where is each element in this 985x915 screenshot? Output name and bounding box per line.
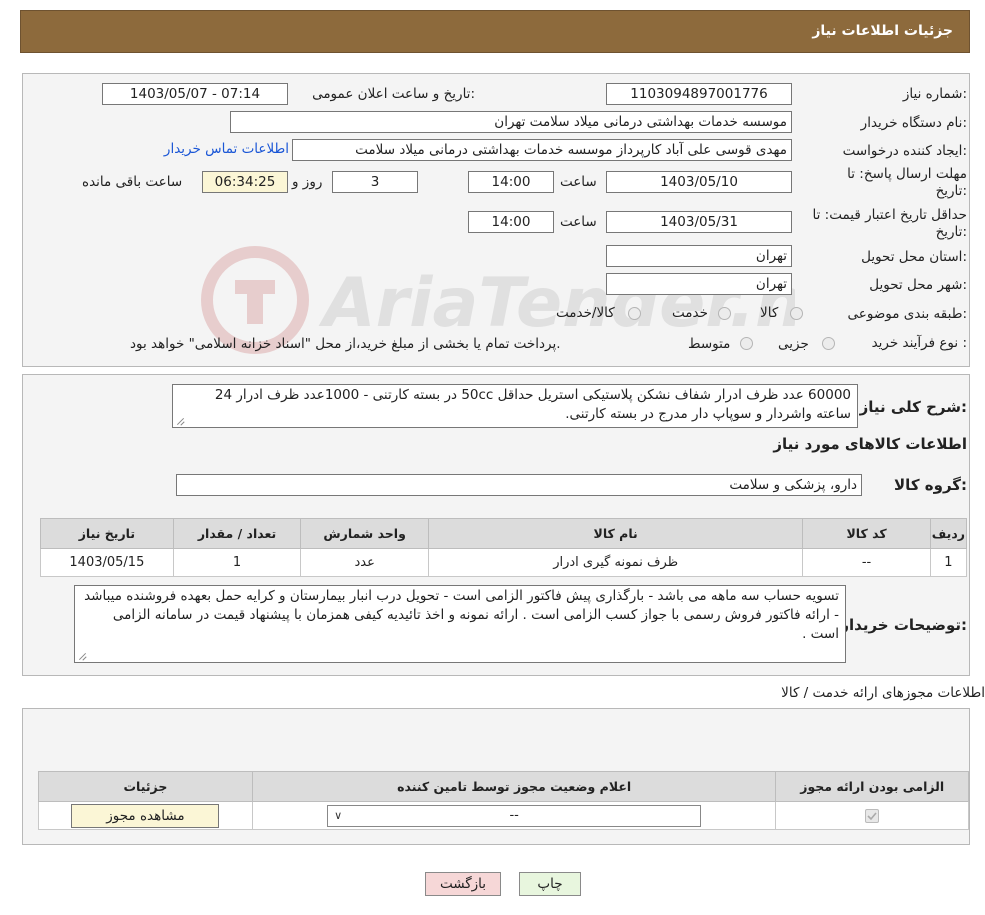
col-need-date: تاریخ نیاز [40, 518, 174, 549]
permits-title: اطلاعات مجوزهای ارائه خدمت / کالا [781, 685, 985, 701]
summary-text: 60000 عدد ظرف ادرار شفاف نشکن پلاستیکی ا… [214, 387, 851, 422]
cell-row: 1 [929, 548, 968, 577]
goods-group-label: گروه کالا: [894, 476, 967, 494]
page-title: جزئیات اطلاعات نیاز [812, 23, 953, 39]
need-number-label: شماره نیاز: [902, 86, 967, 102]
view-permit-button[interactable]: مشاهده مجوز [71, 803, 220, 828]
category-radio-service[interactable] [718, 307, 731, 320]
days-label: روز و [292, 174, 323, 190]
category-option-service: خدمت [672, 305, 708, 321]
check-icon [867, 811, 877, 820]
process-radio-medium[interactable] [740, 337, 753, 350]
buyer-notes-label: توضیحات خریدار: [840, 616, 967, 634]
deadline-time-field: 14:00 [468, 171, 554, 193]
validity-time-label: ساعت [560, 214, 597, 230]
city-field: تهران [606, 273, 792, 295]
process-option-medium: متوسط [688, 336, 731, 352]
cell-name: ظرف نمونه گیری ادرار [427, 548, 804, 577]
goods-table: ردیف کد کالا نام کالا واحد شمارش تعداد /… [40, 518, 968, 577]
back-button[interactable]: بازگشت [425, 872, 501, 896]
permits-table: الزامی بودن ارائه مجوز اعلام وضعیت مجوز … [38, 771, 969, 830]
col-code: کد کالا [802, 518, 931, 549]
category-option-goods: کالا [760, 305, 779, 321]
validity-time-field: 14:00 [468, 211, 554, 233]
cell-code: -- [802, 548, 931, 577]
permits-table-header: الزامی بودن ارائه مجوز اعلام وضعیت مجوز … [38, 771, 969, 802]
col-permit-details: جزئیات [38, 771, 253, 802]
permit-status-value: -- [509, 807, 519, 823]
process-radio-minor[interactable] [822, 337, 835, 350]
summary-textarea[interactable]: 60000 عدد ظرف ادرار شفاف نشکن پلاستیکی ا… [172, 384, 858, 428]
category-option-goods-service: کالا/خدمت [556, 305, 615, 321]
process-note: پرداخت تمام یا بخشی از مبلغ خرید،از محل … [130, 336, 561, 352]
deadline-label-date: تاریخ: [935, 183, 967, 199]
table-row: ∨ -- مشاهده مجوز [38, 801, 969, 830]
permit-required-cell [775, 801, 969, 830]
goods-info-title: اطلاعات کالاهای مورد نیاز [773, 435, 967, 453]
table-row: 1 -- ظرف نمونه گیری ادرار عدد 1 1403/05/… [40, 548, 968, 577]
city-label: شهر محل تحویل: [869, 277, 967, 293]
buyer-org-label: نام دستگاه خریدار: [860, 115, 967, 131]
creator-label: ایجاد کننده درخواست: [842, 143, 967, 159]
cell-need-date: 1403/05/15 [40, 548, 174, 577]
validity-label-date: تاریخ: [935, 224, 967, 240]
process-option-minor: جزیی [778, 336, 809, 352]
col-name: نام کالا [427, 518, 804, 549]
permit-status-cell: ∨ -- [251, 801, 777, 830]
remaining-time-label: ساعت باقی مانده [82, 174, 183, 190]
deadline-date-field: 1403/05/10 [606, 171, 792, 193]
resize-grip-icon[interactable] [77, 651, 87, 661]
province-label: استان محل تحویل: [861, 249, 967, 265]
validity-label: حداقل تاریخ اعتبار قیمت: تا [812, 207, 967, 223]
remaining-time-field: 06:34:25 [202, 171, 288, 193]
announce-field: 1403/05/07 - 07:14 [102, 83, 288, 105]
col-quantity: تعداد / مقدار [172, 518, 302, 549]
buyer-notes-textarea[interactable]: تسویه حساب سه ماهه می باشد - بارگذاری پی… [74, 585, 846, 663]
goods-group-field: دارو، پزشکی و سلامت [176, 474, 862, 496]
goods-table-header: ردیف کد کالا نام کالا واحد شمارش تعداد /… [40, 518, 968, 549]
summary-label: شرح کلی نیاز: [859, 398, 967, 416]
permit-details-cell: مشاهده مجوز [38, 801, 253, 830]
buyer-org-field: موسسه خدمات بهداشتی درمانی میلاد سلامت ت… [230, 111, 792, 133]
buyer-contact-link[interactable]: اطلاعات تماس خریدار [164, 141, 289, 157]
validity-date-field: 1403/05/31 [606, 211, 792, 233]
resize-grip-icon[interactable] [175, 416, 185, 426]
cell-unit: عدد [300, 548, 429, 577]
col-unit: واحد شمارش [300, 518, 429, 549]
print-button[interactable]: چاپ [519, 872, 581, 896]
category-label: طبقه بندی موضوعی: [847, 306, 967, 322]
col-permit-status: اعلام وضعیت مجوز توسط تامین کننده [251, 771, 777, 802]
deadline-time-label: ساعت [560, 174, 597, 190]
col-row: ردیف [929, 518, 968, 549]
page-header: جزئیات اطلاعات نیاز [20, 10, 970, 53]
category-radio-goods[interactable] [790, 307, 803, 320]
permit-status-select[interactable]: ∨ -- [327, 804, 702, 827]
cell-quantity: 1 [172, 548, 302, 577]
process-label: نوع فرآیند خرید : [871, 335, 967, 351]
buyer-notes-text: تسویه حساب سه ماهه می باشد - بارگذاری پی… [84, 588, 839, 642]
col-permit-required: الزامی بودن ارائه مجوز [775, 771, 969, 802]
announce-label: تاریخ و ساعت اعلان عمومی: [312, 86, 475, 102]
creator-field: مهدی قوسی علی آباد کارپرداز موسسه خدمات … [292, 139, 792, 161]
chevron-down-icon: ∨ [334, 808, 343, 822]
deadline-label: مهلت ارسال پاسخ: تا [847, 166, 967, 182]
days-remaining-field: 3 [332, 171, 418, 193]
need-number-field: 1103094897001776 [606, 83, 792, 105]
category-radio-goods-service[interactable] [628, 307, 641, 320]
province-field: تهران [606, 245, 792, 267]
checkbox-icon[interactable] [865, 808, 880, 823]
